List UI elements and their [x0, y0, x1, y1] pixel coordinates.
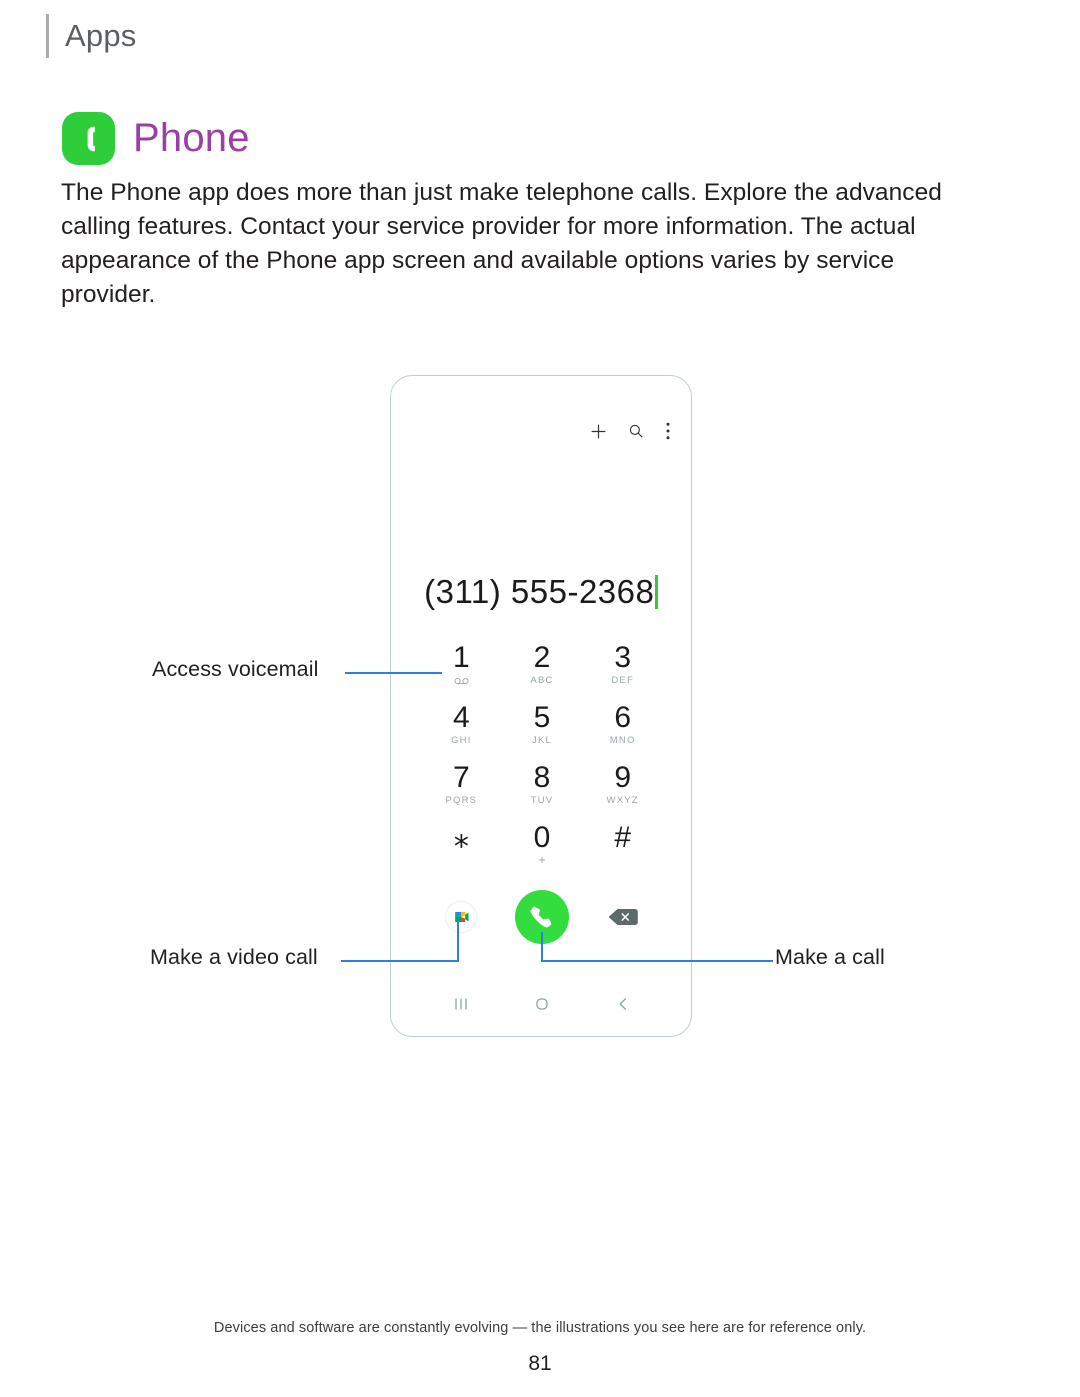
- page-title: Phone: [133, 116, 250, 160]
- dialed-number-display[interactable]: (311) 555-2368: [391, 573, 691, 611]
- dialpad-key-hash[interactable]: #: [582, 820, 663, 880]
- google-meet-icon: [455, 912, 469, 922]
- dialpad-key-7[interactable]: 7 PQRS: [421, 760, 502, 820]
- dialpad-key-letters: PQRS: [445, 795, 478, 806]
- dialpad-key-digit: 3: [614, 641, 631, 674]
- system-navigation-bar: [421, 992, 663, 1016]
- voicemail-icon: [454, 677, 469, 685]
- header-divider: [46, 14, 49, 58]
- dialed-number-text: (311) 555-2368: [424, 573, 655, 610]
- dialpad-key-star[interactable]: ⁎: [421, 820, 502, 880]
- phone-app-icon: [62, 112, 115, 165]
- dialpad-key-digit: 6: [614, 701, 631, 734]
- dialpad-key-letters: JKL: [532, 735, 552, 746]
- callout-access-voicemail: Access voicemail: [152, 657, 319, 681]
- callout-make-a-call: Make a call: [775, 945, 885, 969]
- dialpad-key-3[interactable]: 3 DEF: [582, 640, 663, 700]
- dialpad-key-0[interactable]: 0 +: [502, 820, 583, 880]
- dialpad-key-letters: +: [538, 852, 546, 867]
- text-caret: [655, 575, 658, 609]
- callout-leader-video-horizontal: [341, 960, 459, 962]
- back-chevron-icon: [619, 998, 626, 1010]
- dialpad-key-digit: 1: [452, 641, 470, 674]
- dialpad-key-letters: TUV: [530, 795, 554, 806]
- dialpad-key-4[interactable]: 4 GHI: [421, 700, 502, 760]
- callout-leader-voicemail: [345, 672, 442, 674]
- dialpad-key-digit: 4: [452, 701, 470, 734]
- back-button[interactable]: [615, 996, 631, 1012]
- phone-app-toolbar: [590, 422, 671, 440]
- callout-make-a-video-call: Make a video call: [150, 945, 318, 969]
- add-contact-icon[interactable]: [590, 423, 607, 440]
- dialpad-key-letters: DEF: [611, 675, 634, 686]
- page-number: 81: [528, 1352, 552, 1375]
- phone-handset-icon: [531, 906, 552, 927]
- callout-leader-call-horizontal: [543, 960, 773, 962]
- dialpad-key-5[interactable]: 5 JKL: [502, 700, 583, 760]
- dialpad-key-letters: WXYZ: [606, 795, 639, 806]
- recents-button[interactable]: [453, 996, 469, 1012]
- page-header: Apps: [46, 14, 136, 58]
- dialpad-key-letters: ABC: [530, 675, 554, 686]
- dialpad-key-8[interactable]: 8 TUV: [502, 760, 583, 820]
- backspace-icon: [608, 909, 638, 925]
- intro-paragraph: The Phone app does more than just make t…: [61, 179, 942, 308]
- dialpad-key-digit: 9: [614, 761, 631, 794]
- more-options-icon[interactable]: [665, 422, 671, 440]
- video-call-button[interactable]: [445, 901, 478, 933]
- callout-leader-video-vertical: [457, 920, 459, 962]
- dialpad-key-6[interactable]: 6 MNO: [582, 700, 663, 760]
- dialpad-key-digit: 5: [533, 701, 551, 734]
- dialpad-key-digit: 0: [533, 821, 551, 854]
- phone-handset-icon: [87, 126, 95, 151]
- home-button[interactable]: [534, 996, 550, 1012]
- footer-disclaimer: Devices and software are constantly evol…: [213, 1320, 867, 1336]
- dialpad-key-digit: 8: [533, 761, 551, 794]
- recents-icon: [455, 998, 467, 1010]
- section-label: Apps: [65, 18, 137, 53]
- dialpad-key-9[interactable]: 9 WXYZ: [582, 760, 663, 820]
- search-icon[interactable]: [628, 423, 644, 439]
- dialpad-key-digit: 2: [533, 641, 551, 674]
- dialpad-key-2[interactable]: 2 ABC: [502, 640, 583, 700]
- dialpad: 1 2 ABC 3 DEF 4 GHI 5 JKL 6 MNO 7 PQRS 8 TUV 9 WXYZ ⁎ 0 + #: [421, 640, 663, 880]
- dialpad-key-1[interactable]: 1: [421, 640, 502, 700]
- dialpad-key-letters: GHI: [451, 735, 472, 746]
- dialpad-key-digit: 7: [452, 761, 470, 794]
- callout-leader-call-vertical: [541, 932, 543, 962]
- home-icon: [536, 998, 548, 1010]
- dialpad-key-digit: ⁎: [453, 821, 469, 854]
- backspace-button[interactable]: [607, 907, 639, 928]
- app-title-row: Phone: [62, 112, 250, 165]
- dialpad-key-digit: #: [614, 821, 631, 854]
- dialpad-key-letters: MNO: [609, 735, 636, 746]
